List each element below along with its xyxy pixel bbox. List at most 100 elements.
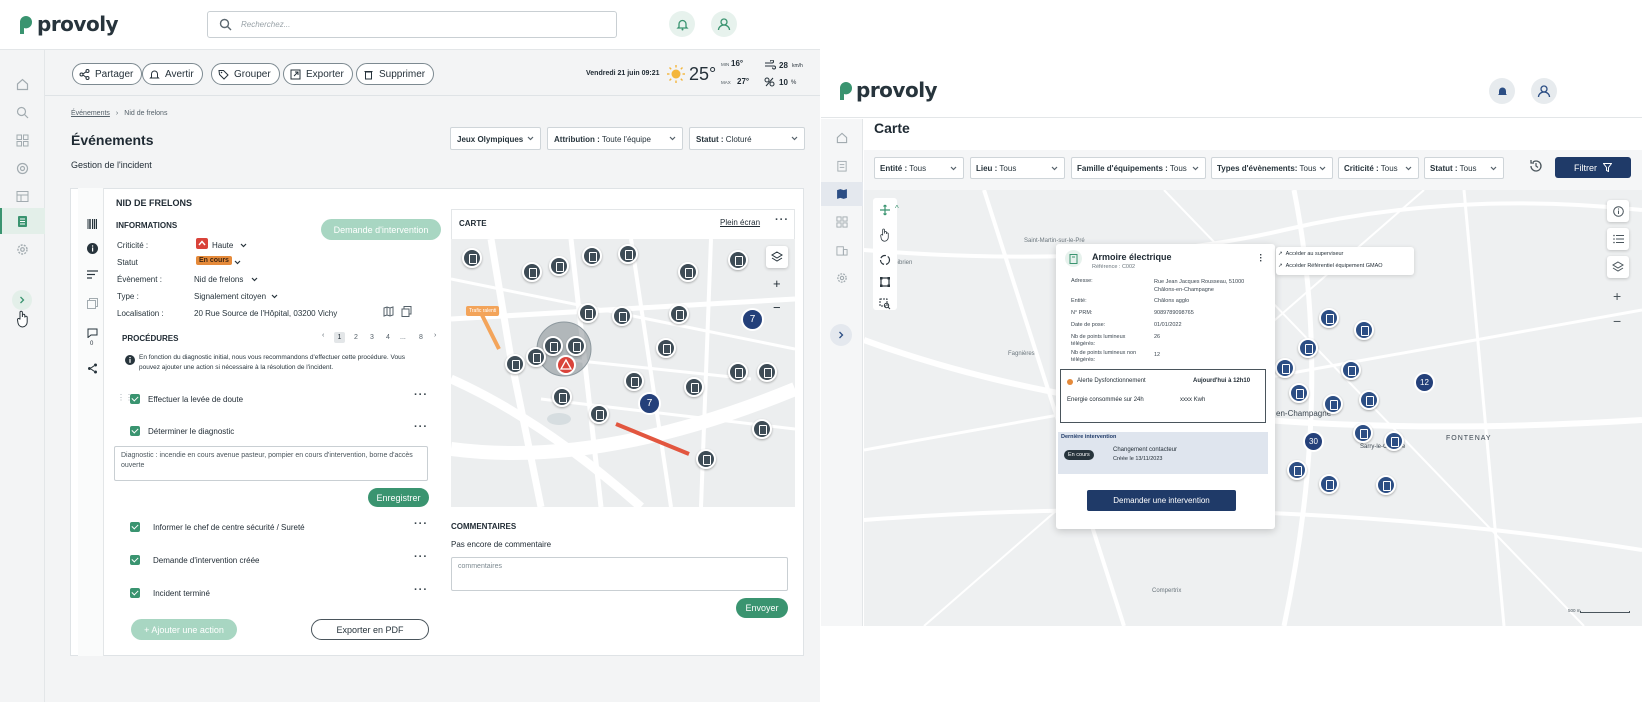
map-marker[interactable]	[669, 304, 689, 324]
equipment-marker[interactable]	[1376, 475, 1396, 495]
criticality-select[interactable]: Criticité : Tous	[1338, 157, 1419, 179]
clipboard-icon[interactable]	[834, 158, 850, 174]
equipment-marker[interactable]	[1353, 423, 1373, 443]
status-select[interactable]: Statut : Tous	[1424, 157, 1504, 179]
event-type-select[interactable]: Jeux Olympiques	[450, 127, 541, 150]
popup-menu[interactable]: ···	[1256, 254, 1266, 263]
export-button[interactable]: Exporter	[283, 63, 353, 85]
dashboard-icon[interactable]	[14, 132, 30, 148]
page-3[interactable]: 3	[370, 334, 374, 341]
equipment-icon[interactable]	[834, 242, 850, 258]
map-marker[interactable]	[696, 449, 716, 469]
barcode-icon[interactable]	[87, 219, 97, 229]
dashboard-icon[interactable]	[834, 214, 850, 230]
map-cluster[interactable]: 30	[1303, 431, 1324, 452]
map-marker[interactable]	[589, 404, 609, 424]
zoom-in-button[interactable]: +	[773, 276, 781, 291]
map-marker[interactable]	[582, 246, 602, 266]
group-button[interactable]: Grouper	[211, 63, 280, 85]
home-icon[interactable]	[14, 76, 30, 92]
map-marker[interactable]	[462, 248, 482, 268]
status-select[interactable]: Statut : Cloturé	[689, 127, 805, 150]
save-button[interactable]: Enregistrer	[368, 488, 429, 507]
comment-input[interactable]: commentaires	[451, 557, 788, 591]
warn-button[interactable]: Avertir	[142, 63, 203, 85]
request-intervention-button[interactable]: Demander une intervention	[1087, 490, 1236, 511]
notifications-button[interactable]	[669, 11, 695, 37]
map-marker[interactable]	[728, 250, 748, 270]
events-icon[interactable]	[14, 213, 30, 229]
map-marker[interactable]	[624, 371, 644, 391]
equipment-marker[interactable]	[1384, 431, 1404, 451]
map-marker[interactable]	[505, 354, 525, 374]
profile-button[interactable]	[711, 11, 737, 37]
expand-nav-button[interactable]	[12, 290, 32, 310]
step-checkbox-4[interactable]	[130, 555, 140, 565]
map-marker[interactable]	[612, 306, 632, 326]
map-cluster[interactable]: 7	[741, 308, 764, 331]
request-intervention-button[interactable]: Demande d'intervention	[321, 219, 441, 240]
entity-select[interactable]: Entité : Tous	[874, 157, 964, 179]
equipment-marker[interactable]	[1298, 338, 1318, 358]
pagination-prev[interactable]: ‹	[322, 332, 324, 339]
step-checkbox-5[interactable]	[130, 588, 140, 598]
equipment-marker[interactable]	[1341, 360, 1361, 380]
settings-icon[interactable]	[834, 270, 850, 286]
map-marker[interactable]	[543, 336, 563, 356]
list-view-button[interactable]	[1607, 228, 1629, 250]
move-icon[interactable]	[879, 204, 891, 216]
expand-nav-button[interactable]	[830, 324, 852, 346]
map-cluster[interactable]: 12	[1414, 372, 1435, 393]
map-nav-icon[interactable]	[834, 186, 850, 202]
step-checkbox-3[interactable]	[130, 522, 140, 532]
map-marker[interactable]	[552, 387, 572, 407]
map-marker[interactable]	[757, 362, 777, 382]
delete-button[interactable]: Supprimer	[356, 63, 435, 85]
layers-button[interactable]	[766, 246, 788, 268]
export-pdf-button[interactable]: Exporter en PDF	[311, 619, 429, 640]
profile-button[interactable]	[1531, 78, 1557, 104]
settings-icon[interactable]	[14, 241, 30, 257]
page-4[interactable]: 4	[386, 334, 390, 341]
fullscreen-link[interactable]: Plein écran	[720, 218, 760, 227]
layers-button[interactable]	[1607, 256, 1629, 278]
equipment-marker[interactable]	[1319, 474, 1339, 494]
equipment-marker[interactable]	[1354, 320, 1374, 340]
zoom-out-button[interactable]: −	[773, 300, 781, 315]
map-marker[interactable]	[549, 256, 569, 276]
status-badge[interactable]: En cours	[196, 256, 232, 265]
diagnostic-textarea[interactable]: Diagnostic : incendie en cours avenue pa…	[114, 446, 428, 481]
map-marker[interactable]	[618, 244, 638, 264]
map-cluster[interactable]: 7	[638, 392, 661, 415]
alert-marker-icon[interactable]	[556, 355, 576, 375]
map-marker[interactable]	[728, 362, 748, 382]
page-8[interactable]: 8	[419, 334, 423, 341]
map-marker[interactable]	[684, 377, 704, 397]
equipment-marker[interactable]	[1289, 383, 1309, 403]
step-checkbox-1[interactable]	[130, 394, 140, 404]
step-menu-4[interactable]: ···	[414, 551, 428, 563]
target-icon[interactable]	[14, 160, 30, 176]
event-types-select[interactable]: Types d'évènements: Tous	[1211, 157, 1333, 179]
lasso-icon[interactable]	[879, 254, 891, 266]
equipment-family-select[interactable]: Famille d'équipements : Tous	[1071, 157, 1206, 179]
supervisor-link[interactable]: ↗ Accéder au superviseur	[1278, 251, 1343, 257]
map-marker[interactable]	[522, 262, 542, 282]
attribution-select[interactable]: Attribution : Toute l'équipe	[547, 127, 683, 150]
map-marker[interactable]	[678, 262, 698, 282]
place-select[interactable]: Lieu : Tous	[970, 157, 1065, 179]
equipment-marker[interactable]	[1323, 394, 1343, 414]
equipment-marker[interactable]	[1359, 390, 1379, 410]
gmao-link[interactable]: ↗ Accéder Référentiel équipement GMAO	[1278, 263, 1383, 269]
notifications-button[interactable]	[1489, 78, 1515, 104]
step-checkbox-2[interactable]	[130, 426, 140, 436]
step-menu-2[interactable]: ···	[414, 421, 428, 433]
page-1[interactable]: 1	[334, 332, 345, 343]
zoom-in-button[interactable]: +	[1613, 288, 1621, 304]
search-input[interactable]: Recherchez...	[207, 11, 617, 38]
map-marker[interactable]	[752, 419, 772, 439]
filter-button[interactable]: Filtrer	[1555, 157, 1631, 178]
step-menu-5[interactable]: ···	[414, 584, 428, 596]
gallery-icon[interactable]	[87, 298, 98, 309]
equipment-marker[interactable]	[1287, 460, 1307, 480]
